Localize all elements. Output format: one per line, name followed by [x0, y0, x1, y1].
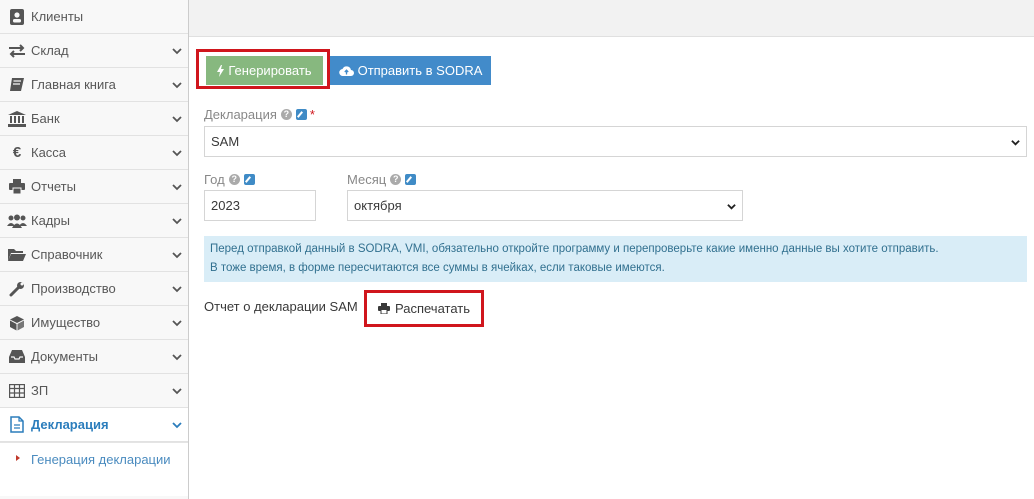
declaration-select[interactable]: SAM	[204, 126, 1027, 157]
sidebar-item-bank[interactable]: Банк	[0, 102, 188, 136]
chevron-down-icon	[727, 204, 736, 210]
sidebar-item-label: Банк	[31, 111, 60, 126]
inbox-icon	[7, 348, 27, 366]
sidebar-item-label: Касса	[31, 145, 67, 160]
euro-icon: €	[12, 144, 22, 161]
help-icon[interactable]: ?	[390, 174, 402, 185]
chevron-down-icon	[172, 116, 182, 123]
chevron-down-icon	[172, 184, 182, 191]
sidebar-item-label: Документы	[31, 349, 99, 364]
chevron-down-icon	[172, 422, 182, 429]
chevron-down-icon	[172, 48, 182, 55]
edit-icon[interactable]	[295, 109, 307, 120]
sidebar-item-reports[interactable]: Отчеты	[0, 170, 188, 204]
sidebar-item-label: Декларация	[31, 417, 109, 432]
contact-card-icon	[7, 8, 27, 26]
cube-icon	[7, 314, 27, 332]
sidebar-item-label: Главная книга	[31, 77, 116, 92]
sidebar-item-cash[interactable]: € Касса	[0, 136, 188, 170]
chevron-down-icon	[172, 388, 182, 395]
sidebar-item-label: Кадры	[31, 213, 70, 228]
print-icon	[7, 178, 27, 196]
print-icon	[377, 303, 390, 314]
sidebar-item-general-ledger[interactable]: Главная книга	[0, 68, 188, 102]
chevron-down-icon	[172, 286, 182, 293]
generate-button[interactable]: Генерировать	[206, 56, 323, 85]
chevron-down-icon	[172, 150, 182, 157]
sidebar-item-clients[interactable]: Клиенты	[0, 0, 188, 34]
sidebar-item-warehouse[interactable]: Склад	[0, 34, 188, 68]
sidebar-item-label: Склад	[31, 43, 69, 58]
sidebar-item-hr[interactable]: Кадры	[0, 204, 188, 238]
sidebar: Клиенты Склад Главная книга Банк € Касса…	[0, 0, 189, 499]
print-button[interactable]: Распечатать	[367, 293, 481, 324]
sidebar-item-directory[interactable]: Справочник	[0, 238, 188, 272]
sidebar-item-label: Имущество	[31, 315, 101, 330]
caret-right-icon	[16, 455, 20, 461]
sidebar-item-label: Отчеты	[31, 179, 76, 194]
folder-open-icon	[7, 246, 27, 264]
info-line-1: Перед отправкой данный в SODRA, VMI, обя…	[210, 243, 939, 255]
sidebar-item-documents[interactable]: Документы	[0, 340, 188, 374]
wrench-icon	[7, 280, 27, 298]
submenu-generate-declaration[interactable]: Генерация декларации	[0, 442, 188, 496]
edit-icon[interactable]	[243, 174, 255, 185]
report-label: Отчет о декларации SAM	[204, 299, 358, 314]
help-icon[interactable]: ?	[228, 174, 240, 185]
cloud-upload-icon	[338, 65, 354, 76]
chevron-down-icon	[172, 354, 182, 361]
sidebar-item-label: Производство	[31, 281, 116, 296]
edit-icon[interactable]	[405, 174, 417, 185]
month-select[interactable]: октября	[347, 190, 743, 221]
chevron-down-icon	[172, 320, 182, 327]
year-label-row: Год ?	[204, 172, 255, 187]
book-icon	[7, 76, 27, 94]
bank-icon	[7, 110, 27, 128]
year-label: Год	[204, 172, 225, 187]
sidebar-item-production[interactable]: Производство	[0, 272, 188, 306]
chevron-down-icon	[172, 218, 182, 225]
users-icon	[7, 212, 27, 230]
sidebar-item-label: Справочник	[31, 247, 103, 262]
table-icon	[7, 382, 27, 400]
chevron-down-icon	[1011, 140, 1020, 146]
sidebar-item-label: ЗП	[31, 383, 49, 398]
month-label-row: Месяц ?	[347, 172, 417, 187]
declaration-label-row: Декларация ? *	[204, 107, 315, 122]
info-line-2: В тоже время, в форме пересчитаются все …	[210, 262, 665, 274]
year-input[interactable]: 2023	[204, 190, 316, 221]
sidebar-item-salary[interactable]: ЗП	[0, 374, 188, 408]
help-icon[interactable]: ?	[280, 109, 292, 120]
header-bar	[189, 0, 1034, 37]
chevron-down-icon	[172, 82, 182, 89]
month-label: Месяц	[347, 172, 387, 187]
info-alert: Перед отправкой данный в SODRA, VMI, обя…	[204, 236, 1027, 282]
sidebar-item-declaration[interactable]: Декларация	[0, 408, 188, 442]
required-marker: *	[309, 107, 315, 122]
sidebar-item-label: Клиенты	[31, 9, 84, 24]
chevron-down-icon	[172, 252, 182, 259]
bolt-icon	[217, 64, 225, 77]
sidebar-item-property[interactable]: Имущество	[0, 306, 188, 340]
declaration-label: Декларация	[204, 107, 277, 122]
exchange-arrows-icon	[7, 42, 27, 60]
submenu-item-label: Генерация декларации	[31, 452, 171, 467]
send-sodra-button[interactable]: Отправить в SODRA	[330, 56, 491, 85]
document-icon	[7, 416, 27, 434]
